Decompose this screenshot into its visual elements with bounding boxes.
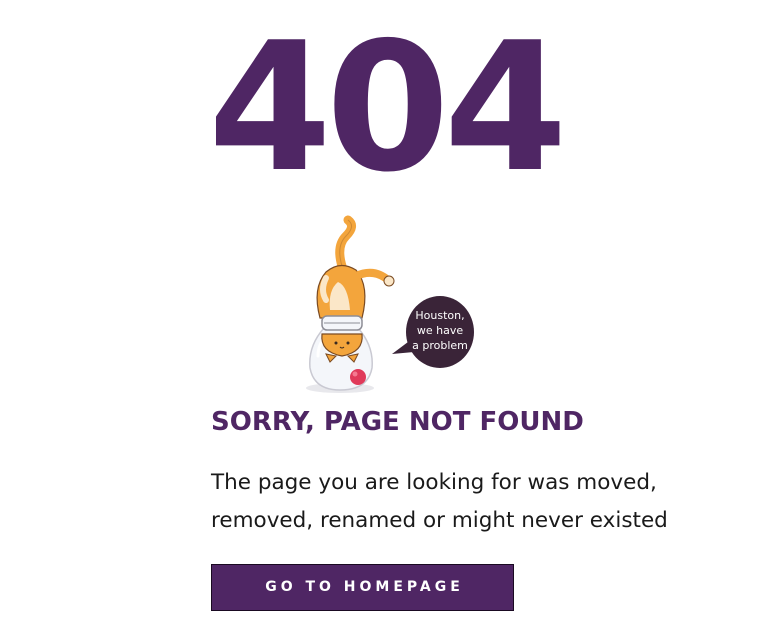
go-to-homepage-button[interactable]: GO TO HOMEPAGE — [211, 564, 514, 611]
error-message-line-1: The page you are looking for was moved, — [211, 470, 657, 495]
red-ball — [350, 369, 366, 385]
bubble-line-1: Houston, — [415, 309, 464, 322]
bubble-line-2: we have — [417, 324, 463, 337]
error-code: 404 — [208, 4, 568, 211]
cat-in-jar-illustration: Houston, we have a problem — [306, 215, 474, 393]
bubble-line-3: a problem — [412, 339, 468, 352]
page-title: SORRY, PAGE NOT FOUND — [211, 407, 584, 437]
error-message: The page you are looking for was moved, … — [211, 464, 711, 540]
error-message-line-2: removed, renamed or might never existed — [211, 508, 668, 533]
